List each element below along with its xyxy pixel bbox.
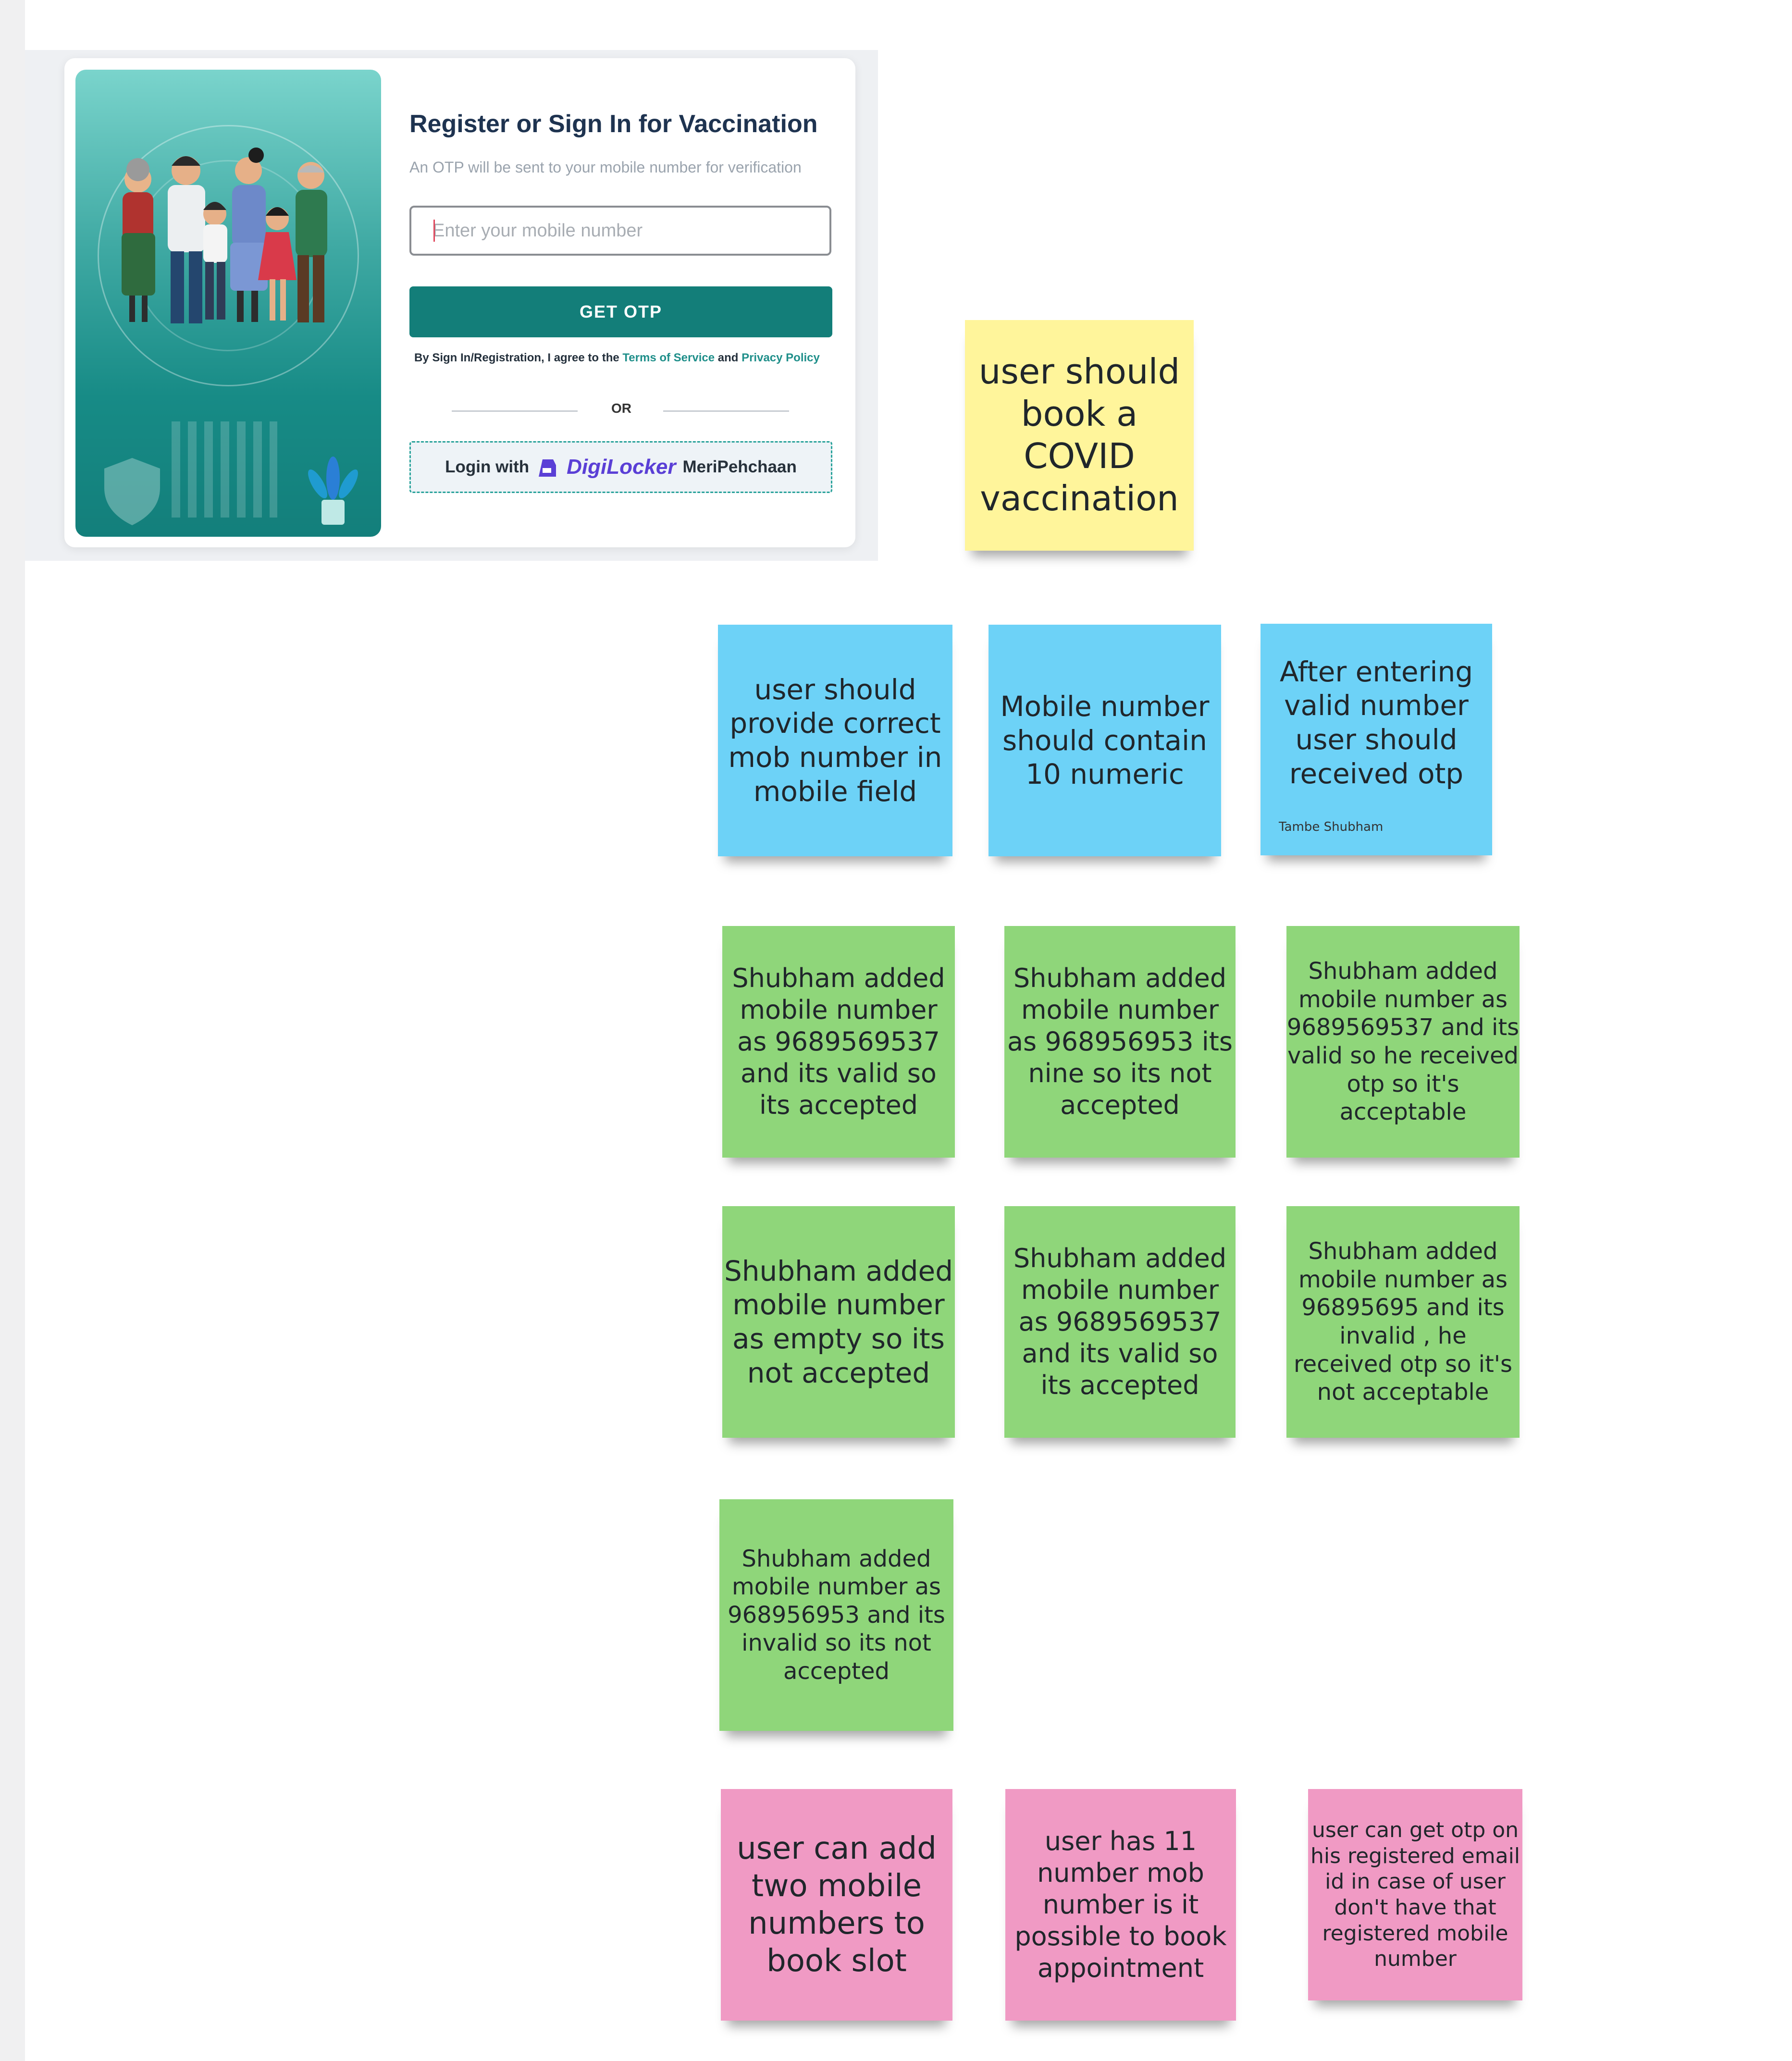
note-author: Tambe Shubham: [1279, 820, 1384, 835]
digilocker-brand: DigiLocker: [567, 455, 676, 479]
son-figure: [203, 202, 227, 320]
get-otp-button[interactable]: GET OTP: [409, 286, 832, 337]
note-text: Mobile number should contain 10 numeric: [1000, 690, 1210, 791]
digilocker-login-button[interactable]: Login with DigiLocker MeriPehchaan: [409, 441, 832, 493]
note-text: Shubham added mobile number as 968956953…: [1286, 958, 1520, 1126]
test-case-note-2[interactable]: Shubham added mobile number as 968956953…: [1004, 926, 1236, 1158]
father-figure: [168, 156, 205, 323]
page-title: Register or Sign In for Vaccination: [409, 110, 818, 138]
note-text: user can add two mobile numbers to book …: [737, 1830, 937, 1979]
terms-notice: By Sign In/Registration, I agree to the …: [414, 351, 820, 365]
note-text: Shubham added mobile number as 968956953…: [1007, 963, 1233, 1120]
question-note-1[interactable]: user can add two mobile numbers to book …: [721, 1789, 952, 2021]
text-caret: [433, 220, 435, 242]
left-rail: [0, 0, 25, 2061]
mobile-number-input[interactable]: [409, 206, 831, 256]
terms-prefix: By Sign In/Registration, I agree to the: [414, 351, 623, 364]
family-illustration: [104, 148, 358, 525]
grandfather-figure: [296, 162, 327, 322]
note-text: After entering valid number user should …: [1279, 655, 1473, 790]
question-note-2[interactable]: user has 11 number mob number is it poss…: [1005, 1789, 1236, 2021]
login-with-label: Login with: [445, 457, 530, 476]
requirement-note-2[interactable]: Mobile number should contain 10 numeric: [989, 625, 1221, 856]
test-case-note-7[interactable]: Shubham added mobile number as 968956953…: [719, 1499, 953, 1731]
note-text: Shubham added mobile number as empty so …: [724, 1254, 953, 1389]
terms-of-service-link[interactable]: Terms of Service: [622, 351, 715, 364]
test-case-note-3[interactable]: Shubham added mobile number as 968956953…: [1286, 926, 1520, 1158]
note-text: Shubham added mobile number as 968956953…: [732, 963, 945, 1120]
mother-figure: [230, 148, 268, 322]
grandmother-figure: [122, 158, 155, 322]
test-case-note-6[interactable]: Shubham added mobile number as 96895695 …: [1286, 1206, 1520, 1438]
privacy-policy-link[interactable]: Privacy Policy: [742, 351, 820, 364]
question-note-3[interactable]: user can get otp on his registered email…: [1308, 1789, 1522, 2000]
note-text: user should provide correct mob number i…: [728, 673, 942, 808]
or-divider: OR: [611, 401, 631, 416]
note-text: Shubham added mobile number as 96895695 …: [1293, 1238, 1513, 1406]
family-illustration-panel: [75, 70, 381, 537]
note-text: user can get otp on his registered email…: [1310, 1817, 1520, 1972]
user-story-note[interactable]: user should book a COVID vaccination: [965, 320, 1194, 551]
digilocker-icon: [539, 459, 556, 477]
note-text: Shubham added mobile number as 968956953…: [728, 1545, 945, 1685]
meripehchaan-label: MeriPehchaan: [682, 457, 797, 476]
note-text: Shubham added mobile number as 968956953…: [1013, 1243, 1227, 1400]
note-text: user has 11 number mob number is it poss…: [1014, 1826, 1227, 1983]
divider-left: [452, 410, 578, 412]
shield-icon: [104, 458, 160, 525]
plant-icon: [308, 457, 358, 525]
test-case-note-1[interactable]: Shubham added mobile number as 968956953…: [722, 926, 955, 1158]
test-case-note-4[interactable]: Shubham added mobile number as empty so …: [722, 1206, 955, 1438]
divider-right: [663, 410, 789, 412]
requirement-note-1[interactable]: user should provide correct mob number i…: [718, 625, 952, 856]
note-text: user should book a COVID vaccination: [978, 351, 1180, 518]
page-subtitle: An OTP will be sent to your mobile numbe…: [409, 159, 802, 176]
terms-and: and: [715, 351, 742, 364]
test-case-note-5[interactable]: Shubham added mobile number as 968956953…: [1004, 1206, 1236, 1438]
requirement-note-3[interactable]: After entering valid number user should …: [1261, 624, 1492, 855]
